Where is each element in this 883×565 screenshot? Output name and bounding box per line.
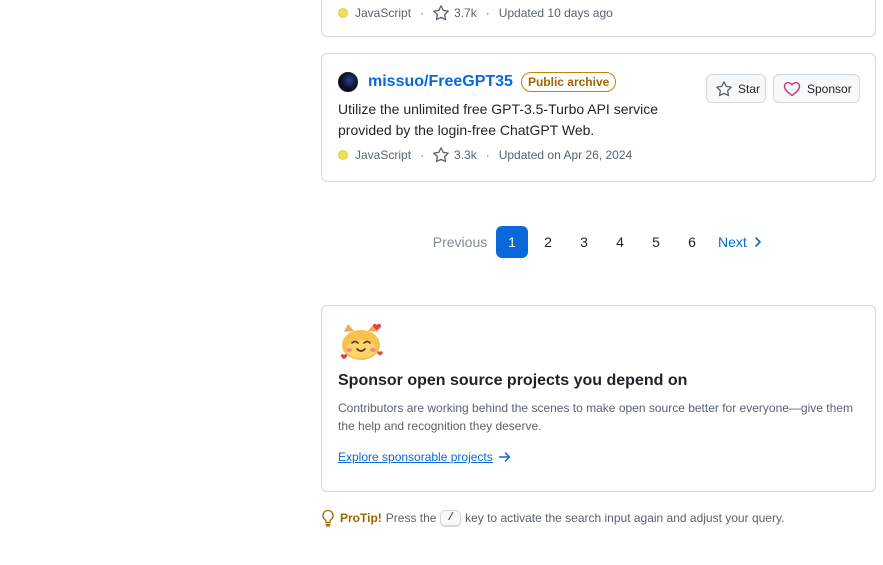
page-6-button[interactable]: 6 [676,226,708,258]
repo-card-partial: JavaScript · 3.7k · Updated 10 days ago [321,0,876,37]
page-1-button[interactable]: 1 [496,226,528,258]
next-page-label: Next [718,234,747,250]
repo-language: JavaScript [355,148,412,162]
repo-language: JavaScript [355,6,412,20]
page-5-button[interactable]: 5 [640,226,672,258]
protip-text-before: Press the [385,511,437,525]
previous-page-button: Previous [432,234,488,250]
protip-text-after: key to activate the search input again a… [465,511,785,525]
separator-dot: · [420,6,425,20]
repo-description-line: provided by the login-free ChatGPT Web. [338,122,595,138]
star-icon [716,80,732,97]
next-page-button[interactable]: Next [718,234,763,250]
repo-meta: JavaScript · 3.3k · Updated on Apr 26, 2… [338,147,632,163]
mona-heart-eyes-illustration [338,322,386,362]
star-icon[interactable] [433,147,449,163]
repo-updated: Updated 10 days ago [498,6,613,20]
slash-key: / [440,509,462,527]
language-color-dot [338,150,348,160]
repo-updated: Updated on Apr 26, 2024 [498,148,633,162]
owner-avatar[interactable] [338,72,358,92]
sponsor-button-label: Sponsor [807,81,852,96]
separator-dot: · [485,148,490,162]
sponsor-card: Sponsor open source projects you depend … [321,305,876,492]
repo-description: Utilize the unlimited free GPT-3.5-Turbo… [338,99,678,141]
sponsor-card-description: Contributors are working behind the scen… [338,401,853,433]
protip-label: ProTip! [340,511,382,525]
language-color-dot [338,8,348,18]
repo-header: missuo/FreeGPT35 Public archive [338,72,617,92]
explore-link-label: Explore sponsorable projects [338,450,493,464]
sponsor-button[interactable]: Sponsor [773,74,860,103]
page-4-button[interactable]: 4 [604,226,636,258]
star-button-label: Star [738,81,761,96]
separator-dot: · [485,6,490,20]
repo-card: missuo/FreeGPT35 Public archive Utilize … [321,53,876,182]
repo-name-link[interactable]: missuo/FreeGPT35 [368,73,513,91]
public-archive-badge: Public archive [520,72,617,92]
explore-sponsorable-projects-link[interactable]: Explore sponsorable projects [338,450,512,464]
pagination: Previous 1 2 3 4 5 6 Next [424,226,763,258]
page-2-button[interactable]: 2 [532,226,564,258]
sponsor-card-title: Sponsor open source projects you depend … [338,372,688,389]
protip: ProTip! Press the / key to activate the … [321,509,784,527]
page-3-button[interactable]: 3 [568,226,600,258]
repo-star-count[interactable]: 3.3k [454,148,477,162]
separator-dot: · [420,148,425,162]
repo-meta: JavaScript · 3.7k · Updated 10 days ago [338,5,613,21]
star-icon[interactable] [433,5,449,21]
star-button[interactable]: Star [706,74,766,103]
repo-description-line: Utilize the unlimited free GPT-3.5-Turbo… [338,101,659,117]
chevron-right-icon [753,236,763,248]
repo-star-count[interactable]: 3.7k [454,6,477,20]
light-bulb-icon [321,509,335,527]
heart-icon [783,81,801,97]
arrow-right-icon [498,451,512,463]
